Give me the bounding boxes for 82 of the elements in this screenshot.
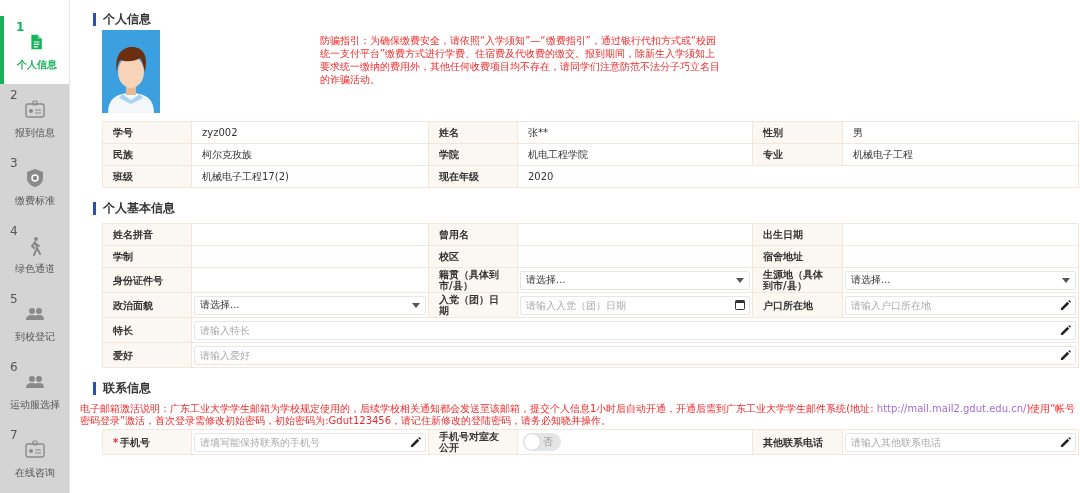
field-label: 性别 bbox=[753, 122, 843, 144]
step-label: 缴费标准 bbox=[14, 194, 55, 208]
field-label: 爱好 bbox=[103, 343, 192, 368]
field-value: 2020 bbox=[518, 166, 1079, 188]
step-label: 报到信息 bbox=[14, 126, 55, 140]
step-number: 4 bbox=[10, 224, 18, 238]
field-value: 机电工程学院 bbox=[518, 144, 753, 166]
field-label: 宿舍地址 bbox=[753, 246, 843, 268]
section-title: 个人信息 bbox=[93, 13, 1078, 26]
pencil-icon bbox=[1060, 299, 1071, 311]
select-field[interactable]: 请选择... bbox=[520, 270, 750, 290]
input-field[interactable]: 请输入特长 bbox=[194, 320, 1076, 340]
field-label: 学号 bbox=[103, 122, 192, 144]
field-label: 民族 bbox=[103, 144, 192, 166]
required-mark: * bbox=[113, 436, 119, 448]
field-label: 专业 bbox=[753, 144, 843, 166]
activation-notice: 电子邮箱激活说明：广东工业大学学生邮箱为学校规定使用的，后续学校相关通知都会发送至该邮箱，提交个人信息1小时后自动开通，开通后需到广东工业大学学生邮件系统(地址: http://mail.mail2.gdut.edu.cn/)使用“帐号密码登录”激活，首次登录需修改初始密码，初始密码为:Gdut123456，请记住新修改的登陆密码，请务必知晓并操作。 bbox=[80, 403, 1077, 427]
calendar-icon bbox=[735, 299, 745, 310]
select-field[interactable]: 请选择... bbox=[194, 295, 426, 315]
pencil-icon bbox=[1060, 324, 1071, 336]
field-label: 户口所在地 bbox=[753, 293, 843, 318]
sidebar-item[interactable]: 2 报到信息 bbox=[0, 84, 69, 152]
step-number: 1 bbox=[16, 20, 25, 34]
field-label: 特长 bbox=[103, 318, 192, 343]
caret-icon bbox=[736, 277, 744, 283]
sidebar-item[interactable]: 5 到校登记 bbox=[0, 288, 69, 356]
field-label: 政治面貌 bbox=[103, 293, 192, 318]
field-label: 姓名 bbox=[429, 122, 518, 144]
field-value: 机械电子工程 bbox=[843, 144, 1079, 166]
field-value: 男 bbox=[843, 122, 1079, 144]
pencil-icon bbox=[1060, 436, 1071, 448]
sidebar-item[interactable]: 3 缴费标准 bbox=[0, 152, 69, 220]
field-value: zyz002 bbox=[192, 122, 429, 144]
field-label: 曾用名 bbox=[429, 224, 518, 246]
pencil-icon bbox=[1060, 349, 1071, 361]
sidebar-item[interactable]: 6 运动服选择 bbox=[0, 356, 69, 424]
field-label: 姓名拼音 bbox=[103, 224, 192, 246]
pencil-icon bbox=[410, 436, 421, 448]
field-label: 现在年级 bbox=[429, 166, 518, 188]
field-value: 柯尔克孜族 bbox=[192, 144, 429, 166]
step-label: 在线咨询 bbox=[14, 466, 55, 480]
step-label: 到校登记 bbox=[14, 330, 55, 344]
field-label: 手机号 bbox=[120, 436, 151, 448]
step-label: 个人信息 bbox=[16, 58, 57, 72]
field-label: 班级 bbox=[103, 166, 192, 188]
sidebar-item[interactable]: 7 在线咨询 bbox=[0, 424, 69, 492]
step-number: 3 bbox=[10, 156, 18, 170]
section-title: 联系信息 bbox=[93, 382, 1078, 395]
document-icon bbox=[28, 32, 45, 52]
section-title: 个人基本信息 bbox=[93, 202, 1078, 215]
field-label: 学制 bbox=[103, 246, 192, 268]
input-field[interactable]: 请填写能保持联系的手机号 bbox=[194, 432, 426, 452]
field-value: 机械电子工程17(2) bbox=[192, 166, 429, 188]
field-label: 生源地（具体到市/县） bbox=[753, 268, 843, 293]
field-label: 出生日期 bbox=[753, 224, 843, 246]
mail-link[interactable]: http://mail.mail2.gdut.edu.cn/ bbox=[876, 403, 1027, 414]
step-number: 2 bbox=[10, 88, 18, 102]
caret-icon bbox=[1062, 277, 1070, 283]
id-card-icon bbox=[23, 440, 46, 460]
caret-icon bbox=[412, 302, 420, 308]
field-label: 其他联系电话 bbox=[753, 430, 843, 455]
date-field[interactable]: 请输入入党（团）日期 bbox=[520, 295, 750, 315]
warning-text: 防骗指引：为确保缴费安全，请依照“入学须知”—“缴费指引”，通过银行代扣方式或“校园统一支付平台”缴费方式进行学费、住宿费及代收费的缴交。报到期间，除新生入学须知上要求统一缴纳的费用外，其他任何收费项目均不存在，请同学们注意防范不法分子巧立名目的诈骗活动。 bbox=[320, 34, 720, 86]
field-label: 学院 bbox=[429, 144, 518, 166]
field-label: 身份证件号 bbox=[103, 268, 192, 293]
id-card-icon bbox=[23, 100, 46, 120]
step-number: 6 bbox=[10, 360, 18, 374]
step-label: 绿色通道 bbox=[14, 262, 55, 276]
field-label: 校区 bbox=[429, 246, 518, 268]
input-field[interactable]: 请输入其他联系电话 bbox=[845, 432, 1076, 452]
step-label: 运动服选择 bbox=[9, 398, 60, 412]
field-label: 入党（团）日期 bbox=[429, 293, 518, 318]
step-number: 5 bbox=[10, 292, 18, 306]
step-number: 7 bbox=[10, 428, 18, 442]
field-label: 籍贯（具体到市/县） bbox=[429, 268, 518, 293]
sidebar-item[interactable]: 1 个人信息 bbox=[0, 16, 69, 84]
input-field[interactable]: 请输入爱好 bbox=[194, 345, 1076, 365]
field-value: 张** bbox=[518, 122, 753, 144]
field-label: 手机号对室友公开 bbox=[429, 430, 518, 455]
input-field[interactable]: 请输入户口所在地 bbox=[845, 295, 1076, 315]
sidebar-item[interactable]: 4 绿色通道 bbox=[0, 220, 69, 288]
select-field[interactable]: 请选择... bbox=[845, 270, 1076, 290]
